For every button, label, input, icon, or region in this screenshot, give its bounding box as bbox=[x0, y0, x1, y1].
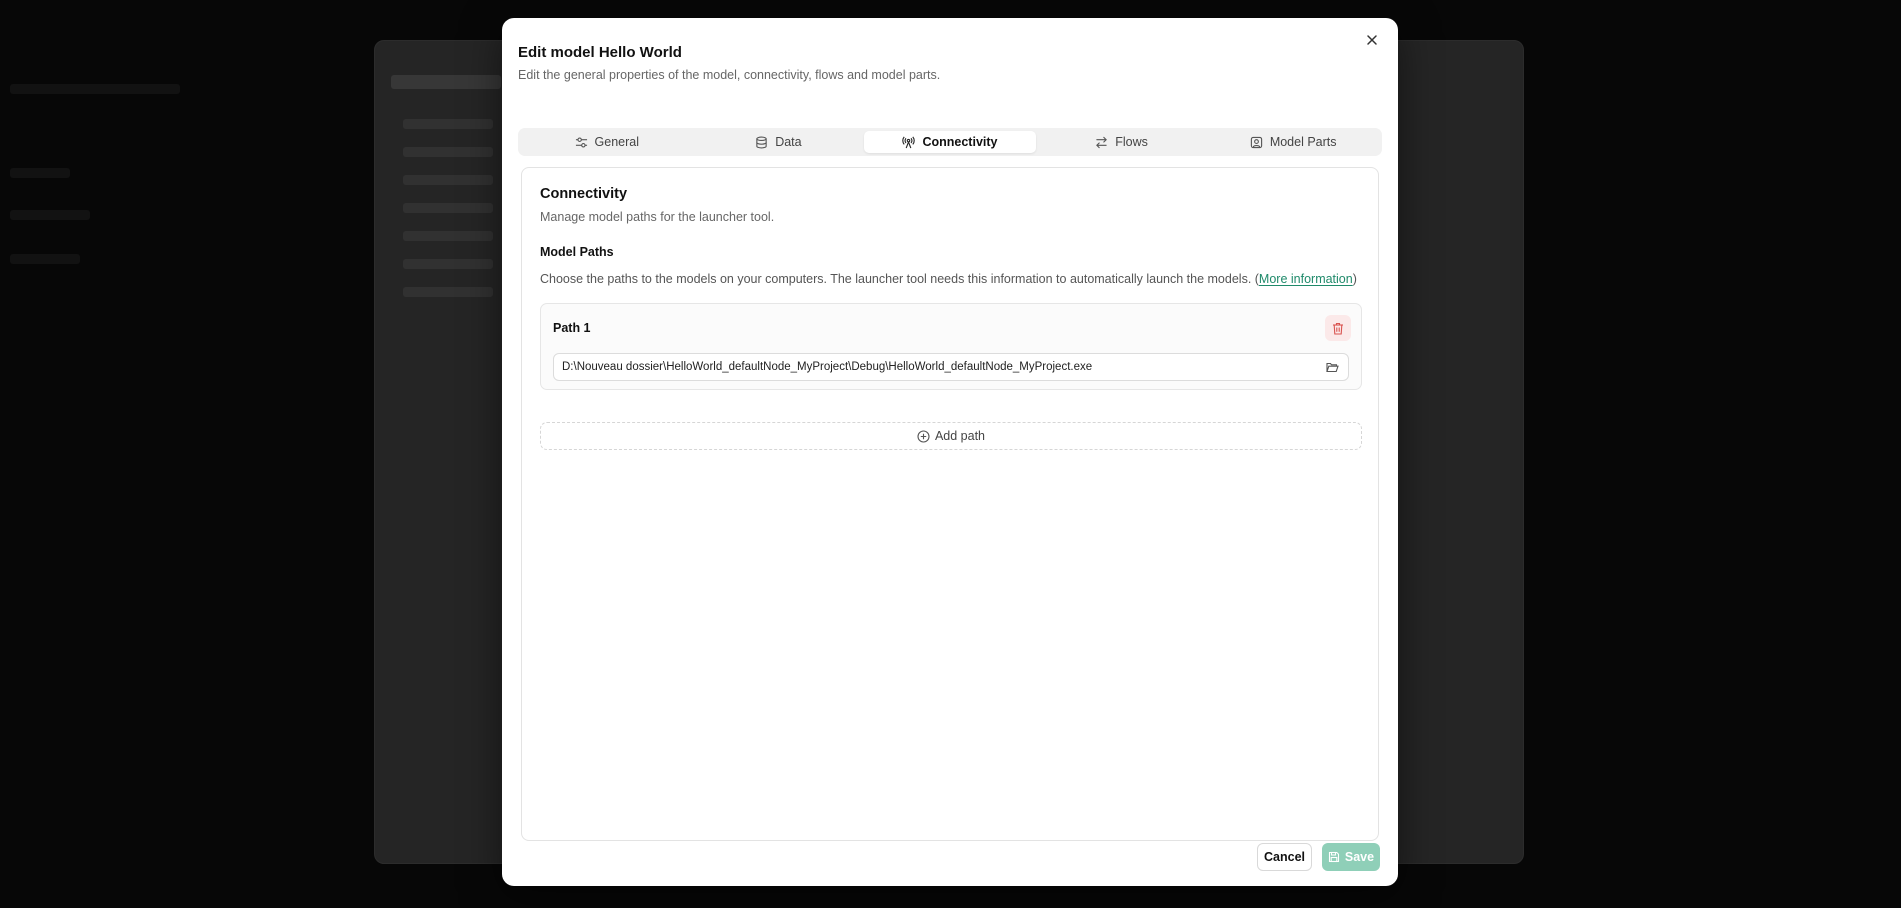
tab-label: General bbox=[594, 135, 640, 149]
save-button[interactable]: Save bbox=[1322, 843, 1380, 871]
tab-label: Connectivity bbox=[922, 135, 998, 149]
model-paths-heading: Model Paths bbox=[540, 245, 614, 259]
tab-flows[interactable]: Flows bbox=[1036, 131, 1208, 153]
browse-folder-button[interactable] bbox=[1322, 358, 1342, 376]
path-card: Path 1 bbox=[540, 303, 1362, 390]
tab-label: Model Parts bbox=[1269, 135, 1337, 149]
panel-title: Connectivity bbox=[540, 186, 628, 202]
dialog-description: Edit the general properties of the model… bbox=[518, 68, 941, 82]
delete-path-button[interactable] bbox=[1325, 315, 1351, 341]
plus-circle-icon bbox=[917, 429, 930, 443]
tab-data[interactable]: Data bbox=[693, 131, 865, 153]
path-input-wrapper bbox=[553, 353, 1349, 381]
add-path-label: Add path bbox=[934, 429, 986, 443]
database-icon bbox=[756, 136, 767, 148]
person-square-icon bbox=[1250, 136, 1262, 148]
arrows-swap-icon bbox=[1096, 136, 1108, 148]
tab-model-parts[interactable]: Model Parts bbox=[1207, 131, 1379, 153]
sliders-icon bbox=[575, 136, 587, 148]
tab-connectivity[interactable]: Connectivity bbox=[864, 131, 1036, 153]
path-input[interactable] bbox=[554, 354, 1314, 380]
save-icon bbox=[1328, 851, 1339, 863]
folder-open-icon bbox=[1325, 362, 1339, 372]
save-label: Save bbox=[1344, 850, 1375, 864]
tab-general[interactable]: General bbox=[521, 131, 693, 153]
more-information-link[interactable]: More information bbox=[1259, 272, 1353, 286]
add-path-button[interactable]: Add path bbox=[540, 422, 1362, 450]
connectivity-panel: Connectivity Manage model paths for the … bbox=[521, 167, 1379, 841]
dialog-title: Edit model Hello World bbox=[518, 44, 682, 61]
trash-icon bbox=[1333, 322, 1343, 335]
tab-label: Flows bbox=[1115, 135, 1148, 149]
edit-model-dialog: Edit model Hello World Edit the general … bbox=[502, 18, 1398, 886]
cancel-button[interactable]: Cancel bbox=[1257, 843, 1312, 871]
tab-bar: General Data Connectivity Flows Model Pa… bbox=[518, 128, 1382, 156]
close-button[interactable] bbox=[1360, 28, 1384, 52]
model-paths-description: Choose the paths to the models on your c… bbox=[540, 272, 1357, 286]
path-label: Path 1 bbox=[553, 321, 591, 335]
antenna-icon bbox=[902, 136, 916, 148]
panel-description: Manage model paths for the launcher tool… bbox=[540, 210, 775, 224]
tab-label: Data bbox=[775, 135, 802, 149]
close-icon bbox=[1367, 35, 1377, 45]
